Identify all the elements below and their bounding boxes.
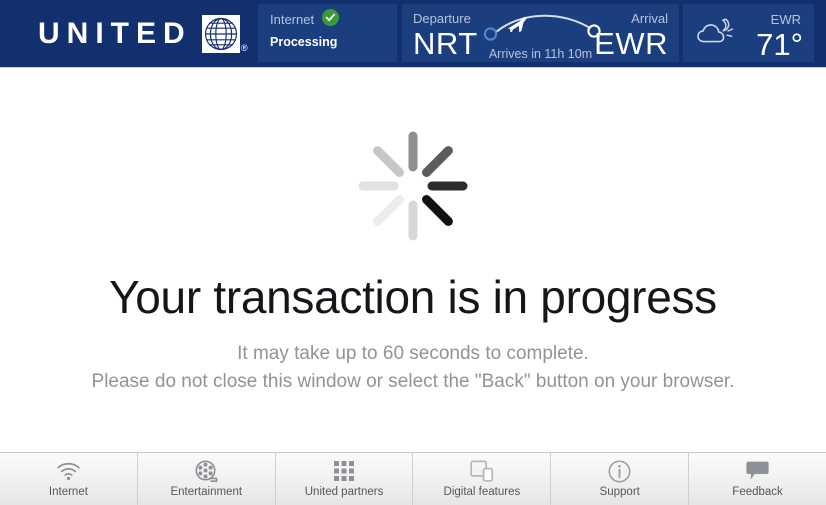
departure-label: Departure <box>413 11 471 26</box>
nav-item-internet[interactable]: Internet <box>0 453 138 505</box>
arrival-label: Arrival <box>631 11 668 26</box>
nav-item-feedback[interactable]: Feedback <box>689 453 826 505</box>
nav-label-feedback: Feedback <box>732 486 783 499</box>
page-title: Your transaction is in progress <box>109 271 717 323</box>
nav-label-united-partners: United partners <box>304 486 384 499</box>
internet-status-panel[interactable]: Internet Processing <box>258 4 397 62</box>
united-globe-icon: ® <box>201 15 248 53</box>
speech-bubble-icon <box>745 459 770 483</box>
weather-station-code: EWR <box>770 12 801 27</box>
inflight-portal-screen: UNITED ® Internet Processing Departure N… <box>0 0 826 505</box>
internet-panel-label: Internet <box>270 12 315 27</box>
main-content: Your transaction is in progress It may t… <box>0 68 826 452</box>
united-logo[interactable]: UNITED ® <box>38 0 248 68</box>
arrival-eta-text: Arrives in 11h 10m <box>488 47 593 61</box>
info-circle-icon <box>608 459 631 483</box>
subtext-line-2: Please do not close this window or selec… <box>91 370 735 392</box>
bottom-navigation-bar: Internet Entertainment United partners D… <box>0 452 826 505</box>
loading-spinner-icon <box>347 120 479 252</box>
devices-icon <box>470 459 494 483</box>
nav-label-support: Support <box>599 486 640 499</box>
weather-temperature: 71° <box>756 27 803 62</box>
subtext-line-1: It may take up to 60 seconds to complete… <box>237 343 589 364</box>
united-wordmark: UNITED <box>38 17 192 50</box>
flight-arc-icon <box>482 10 607 46</box>
nav-label-entertainment: Entertainment <box>170 486 243 499</box>
nav-item-united-partners[interactable]: United partners <box>276 453 414 505</box>
nav-item-digital-features[interactable]: Digital features <box>413 453 552 505</box>
header-bar: UNITED ® Internet Processing Departure N… <box>0 0 826 68</box>
nav-item-support[interactable]: Support <box>551 453 690 505</box>
weather-panel[interactable]: EWR 71° <box>683 4 814 62</box>
nav-item-entertainment[interactable]: Entertainment <box>138 453 276 505</box>
page-subtext: It may take up to 60 seconds to complete… <box>0 340 826 395</box>
night-partly-cloudy-icon <box>695 17 745 51</box>
internet-status-text: Processing <box>270 35 338 49</box>
flight-info-panel[interactable]: Departure NRT Arrival EWR Arrives in 11h… <box>402 4 679 62</box>
film-reel-icon <box>195 459 218 483</box>
green-check-icon <box>322 9 339 26</box>
wifi-icon <box>56 459 81 483</box>
registered-mark: ® <box>241 43 248 53</box>
nav-label-internet: Internet <box>48 486 88 499</box>
nav-label-digital-features: Digital features <box>443 486 521 499</box>
grid-apps-icon <box>333 459 355 483</box>
